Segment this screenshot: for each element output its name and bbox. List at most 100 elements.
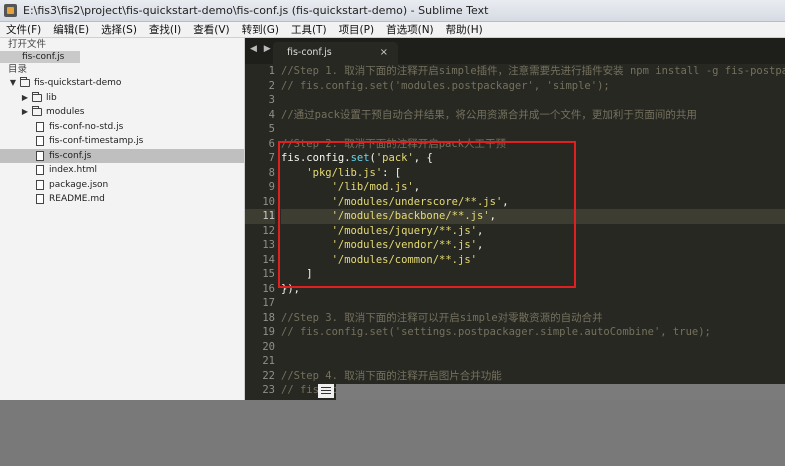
- tree-label: fis-conf-timestamp.js: [49, 136, 144, 146]
- menu-item[interactable]: 编辑(E): [53, 22, 89, 37]
- line-number: 16: [262, 282, 275, 295]
- close-icon[interactable]: ×: [380, 42, 388, 64]
- folder-tree: ▼ fis-quickstart-demo ▶ lib ▶ modules fis-conf…: [0, 76, 244, 207]
- tab-fis-conf[interactable]: fis-conf.js ×: [273, 42, 398, 64]
- file-item[interactable]: fis-conf-no-std.js: [0, 120, 244, 135]
- open-file-item[interactable]: fis-conf.js: [0, 51, 80, 63]
- file-item[interactable]: index.html: [0, 163, 244, 178]
- code-line: //Step 4. 取消下面的注释开启图片合并功能: [281, 369, 785, 384]
- line-number: 12: [262, 224, 275, 237]
- tab-bar: ◀ ▶ fis-conf.js ×: [245, 38, 785, 64]
- line-number: 20: [262, 340, 275, 353]
- tree-label: index.html: [49, 165, 97, 175]
- folder-icon: [32, 91, 42, 102]
- code-line: //通过pack设置干预自动合并结果，将公用资源合并成一个文件，更加利于页面间的…: [281, 108, 785, 123]
- overlay-panel: [336, 384, 785, 400]
- line-number: 2: [268, 79, 275, 92]
- tree-label: fis-quickstart-demo: [34, 78, 122, 88]
- tree-label: lib: [46, 92, 57, 103]
- file-icon: [36, 150, 44, 161]
- code-line: //Step 1. 取消下面的注释开启simple插件，注意需要先进行插件安装 …: [281, 64, 785, 79]
- tree-label: package.json: [49, 179, 109, 190]
- file-icon: [36, 179, 44, 190]
- open-files-header: 打开文件: [8, 39, 47, 50]
- bottom-overlay: [0, 400, 785, 466]
- line-number: 3: [268, 94, 275, 106]
- folder-item[interactable]: ▶ modules: [0, 105, 244, 120]
- menu-item[interactable]: 文件(F): [6, 22, 41, 37]
- tree-label: fis-conf-no-std.js: [49, 121, 124, 132]
- line-number: 22: [262, 369, 275, 382]
- line-number-gutter: 1234567891011121314151617181920212223242…: [245, 64, 275, 400]
- menu-item[interactable]: 帮助(H): [446, 22, 483, 37]
- folder-item[interactable]: ▶ lib: [0, 91, 244, 106]
- tab-nav-arrows[interactable]: ◀ ▶: [250, 44, 273, 54]
- menu-item[interactable]: 选择(S): [101, 22, 137, 37]
- code-line: // fis.config.set('modules.postpackager'…: [281, 79, 785, 94]
- app-icon: [4, 4, 17, 17]
- line-number: 21: [262, 355, 275, 367]
- line-number: 10: [262, 195, 275, 208]
- file-item[interactable]: package.json: [0, 178, 244, 193]
- menu-item[interactable]: 项目(P): [339, 22, 375, 37]
- line-number: 5: [268, 123, 275, 135]
- line-number: 13: [262, 239, 275, 251]
- folder-item[interactable]: ▼ fis-quickstart-demo: [0, 76, 244, 91]
- menu-item[interactable]: 查找(I): [149, 22, 181, 37]
- tree-label: README.md: [49, 194, 105, 204]
- folder-icon: [32, 106, 42, 117]
- code-token: // fis.config.set('modules.postpackager'…: [281, 79, 610, 92]
- triangle-right-icon[interactable]: ▶: [20, 105, 30, 120]
- file-item[interactable]: README.md: [0, 192, 244, 207]
- file-icon: [36, 194, 44, 205]
- code-token: //Step 4. 取消下面的注释开启图片合并功能: [281, 369, 502, 382]
- line-number: 15: [262, 268, 275, 280]
- code-token: //通过pack设置干预自动合并结果，将公用资源合并成一个文件，更加利于页面间的…: [281, 108, 697, 121]
- file-item[interactable]: fis-conf.js: [0, 148, 244, 163]
- line-number: 14: [262, 253, 275, 266]
- line-number: 11: [245, 209, 275, 224]
- line-number: 23: [262, 384, 275, 396]
- sidebar: 打开文件 fis-conf.js 目录 ▼ fis-quickstart-demo…: [0, 38, 245, 400]
- line-number: 18: [262, 311, 275, 324]
- file-icon: [36, 165, 44, 176]
- menu-item[interactable]: 查看(V): [193, 22, 229, 37]
- mouse-cursor-icon: [318, 384, 334, 398]
- code-line: //Step 3. 取消下面的注释可以开启simple对零散资源的自动合并: [281, 311, 785, 326]
- line-number: 6: [268, 137, 275, 150]
- line-number: 7: [268, 152, 275, 164]
- tree-label: fis-conf.js: [49, 150, 92, 161]
- menu-item[interactable]: 转到(G): [242, 22, 279, 37]
- menu-item[interactable]: 首选项(N): [386, 22, 434, 37]
- code-token: //Step 1. 取消下面的注释开启simple插件，注意需要先进行插件安装 …: [281, 65, 785, 77]
- window-title: E:\fis3\fis2\project\fis-quickstart-demo…: [23, 4, 489, 17]
- line-number: 8: [268, 166, 275, 179]
- code-token: //Step 3. 取消下面的注释可以开启simple对零散资源的自动合并: [281, 311, 603, 324]
- file-item[interactable]: fis-conf-timestamp.js: [0, 134, 244, 149]
- annotation-box: [278, 141, 576, 288]
- line-number: 4: [268, 108, 275, 121]
- title-bar: E:\fis3\fis2\project\fis-quickstart-demo…: [0, 0, 785, 22]
- file-icon: [36, 121, 44, 132]
- triangle-right-icon[interactable]: ▶: [20, 91, 30, 106]
- line-number: 17: [262, 297, 275, 309]
- tab-label: fis-conf.js: [287, 47, 332, 58]
- editor: ◀ ▶ fis-conf.js × 1 2 3 4 5 6 7 8 9 10 11 12 13 14 15 1…: [245, 38, 785, 400]
- folders-header: 目录: [8, 64, 28, 75]
- line-number: 9: [268, 181, 275, 193]
- line-number: 19: [262, 326, 275, 338]
- folder-icon: [20, 77, 30, 88]
- code-line: // fis.config.set('settings.postpackager…: [281, 325, 785, 340]
- line-number: 1: [268, 65, 275, 77]
- code-token: // fis.config.set('settings.postpackager…: [281, 326, 711, 338]
- file-icon: [36, 136, 44, 147]
- tree-label: modules: [46, 107, 85, 117]
- triangle-down-icon[interactable]: ▼: [8, 76, 18, 91]
- menu-bar: 文件(F) 编辑(E) 选择(S) 查找(I) 查看(V) 转到(G) 工具(T) 项目(P)…: [0, 22, 785, 38]
- menu-item[interactable]: 工具(T): [291, 22, 327, 37]
